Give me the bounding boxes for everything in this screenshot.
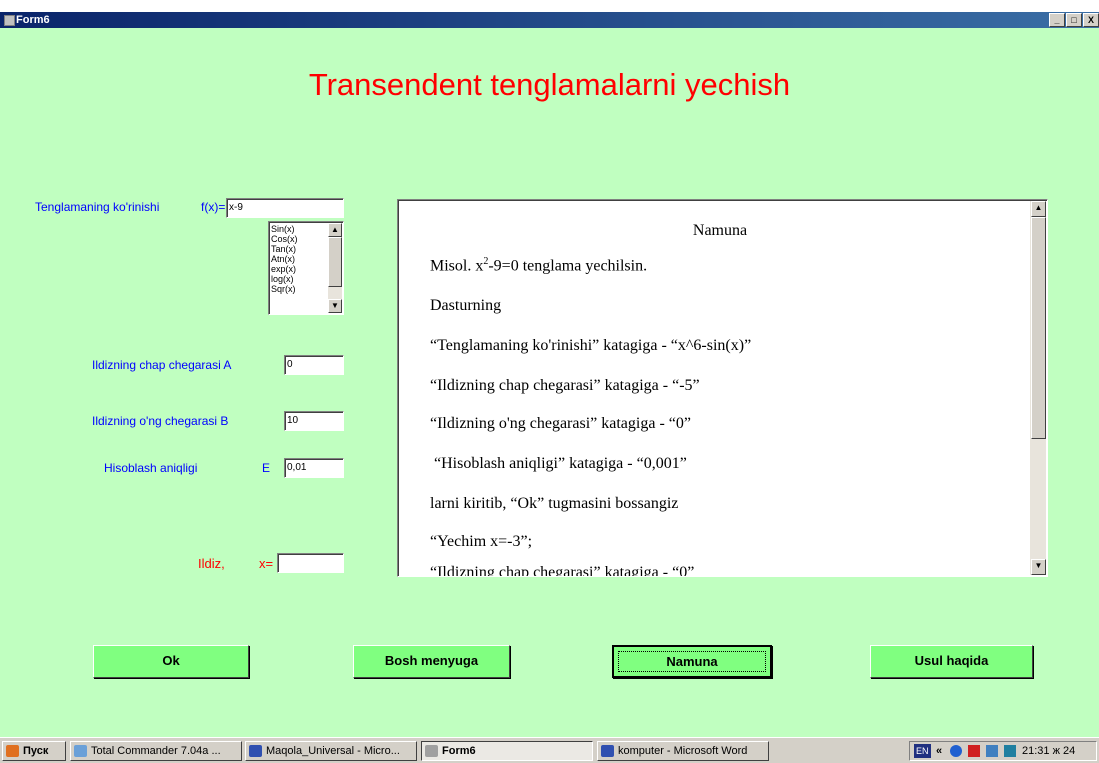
taskbar-item-word-maqola[interactable]: Maqola_Universal - Micro... [245, 741, 417, 761]
total-commander-icon [74, 745, 87, 757]
windows-logo-icon [6, 745, 19, 757]
monitor-icon[interactable] [1004, 745, 1016, 757]
clock[interactable]: 21:31 ж 24 [1022, 742, 1075, 760]
list-item[interactable]: log(x) [271, 274, 298, 284]
example-prefix: Misol. x [430, 257, 484, 275]
close-button[interactable]: X [1083, 13, 1099, 27]
sample-textbox[interactable]: Namuna Misol. x2-9=0 tenglama yechilsin.… [397, 199, 1048, 577]
main-menu-button[interactable]: Bosh menyuga [353, 645, 510, 678]
taskbar-item-label: Form6 [442, 745, 476, 757]
right-bound-label: Ildizning o'ng chegarasi B [92, 414, 229, 428]
precision-input[interactable]: 0,01 [284, 458, 344, 478]
word-icon [249, 745, 262, 757]
scroll-thumb[interactable] [328, 237, 342, 287]
taskbar: Пуск Total Commander 7.04a ... Maqola_Un… [0, 737, 1099, 763]
about-button[interactable]: Usul haqida [870, 645, 1033, 678]
scroll-thumb[interactable] [1031, 217, 1046, 439]
taskbar-item-form6[interactable]: Form6 [421, 741, 593, 761]
list-item[interactable]: exp(x) [271, 264, 298, 274]
list-item[interactable]: Cos(x) [271, 234, 298, 244]
taskbar-item-total-commander[interactable]: Total Commander 7.04a ... [70, 741, 242, 761]
right-bound-input[interactable]: 10 [284, 411, 344, 431]
minimize-button[interactable]: _ [1049, 13, 1065, 27]
system-tray: EN « 21:31 ж 24 [909, 741, 1097, 761]
form-icon [425, 745, 438, 757]
list-scrollbar[interactable]: ▲ ▼ [328, 223, 342, 313]
sample-line: “Ildizning o'ng chegarasi” katagiga - “0… [430, 415, 691, 432]
maximize-button[interactable]: □ [1066, 13, 1082, 27]
sample-line: larni kiritib, “Ok” tugmasini bossangiz [430, 495, 679, 512]
list-item[interactable]: Sqr(x) [271, 284, 298, 294]
start-label: Пуск [23, 745, 49, 757]
root-label: Ildiz, [198, 556, 225, 571]
sample-line: “Yechim x=-3”; [430, 533, 533, 550]
word-icon [601, 745, 614, 757]
scroll-up-icon[interactable]: ▲ [328, 223, 342, 237]
sample-line: “Ildizning chap chegarasi” katagiga - “0… [430, 564, 695, 577]
antivirus-icon[interactable] [968, 745, 980, 757]
chevron-left-icon[interactable]: « [936, 742, 942, 760]
taskbar-item-label: Total Commander 7.04a ... [91, 745, 221, 757]
fx-label: f(x)= [201, 200, 226, 214]
precision-letter: E [262, 461, 271, 475]
equation-input[interactable]: x-9 [226, 198, 344, 218]
equation-label: Tenglamaning ko'rinishi [35, 200, 160, 214]
taskbar-item-label: Maqola_Universal - Micro... [266, 745, 400, 757]
root-output[interactable] [277, 553, 344, 573]
scroll-down-icon[interactable]: ▼ [328, 299, 342, 313]
left-bound-label: Ildizning chap chegarasi A [92, 358, 232, 372]
sample-line: “Hisoblash aniqligi” katagiga - “0,001” [430, 455, 687, 472]
precision-label: Hisoblash aniqligi [104, 461, 198, 475]
form-icon [4, 15, 15, 26]
sample-line: Dasturning [430, 297, 502, 314]
language-indicator[interactable]: EN [914, 744, 931, 758]
title-bar: Form6 _ □ X [0, 12, 1099, 28]
example-suffix: -9=0 tenglama yechilsin. [488, 257, 648, 275]
sample-example-line: Misol. x2-9=0 tenglama yechilsin. [430, 256, 647, 275]
scroll-down-icon[interactable]: ▼ [1031, 559, 1046, 575]
browser-icon[interactable] [950, 745, 962, 757]
sample-line: “Tenglamaning ko'rinishi” katagiga - “x^… [430, 337, 752, 354]
left-bound-input[interactable]: 0 [284, 355, 344, 375]
window-title: Form6 [16, 14, 50, 26]
sample-button[interactable]: Namuna [612, 645, 772, 678]
sample-scrollbar[interactable]: ▲ ▼ [1030, 201, 1046, 575]
scroll-up-icon[interactable]: ▲ [1031, 201, 1046, 217]
list-item[interactable]: Atn(x) [271, 254, 298, 264]
ok-button[interactable]: Ok [93, 645, 249, 678]
focus-rect [618, 651, 766, 672]
list-item[interactable]: Sin(x) [271, 224, 298, 234]
taskbar-item-label: komputer - Microsoft Word [618, 745, 748, 757]
sample-line: “Ildizning chap chegarasi” katagiga - “-… [430, 377, 700, 394]
root-x-label: x= [259, 556, 274, 571]
sample-title: Namuna [692, 222, 748, 239]
network-icon[interactable] [986, 745, 998, 757]
start-button[interactable]: Пуск [2, 741, 66, 761]
taskbar-item-word-komputer[interactable]: komputer - Microsoft Word [597, 741, 769, 761]
function-list[interactable]: Sin(x) Cos(x) Tan(x) Atn(x) exp(x) log(x… [268, 221, 344, 315]
list-item[interactable]: Tan(x) [271, 244, 298, 254]
page-title: Transendent tenglamalarni yechish [308, 67, 791, 102]
